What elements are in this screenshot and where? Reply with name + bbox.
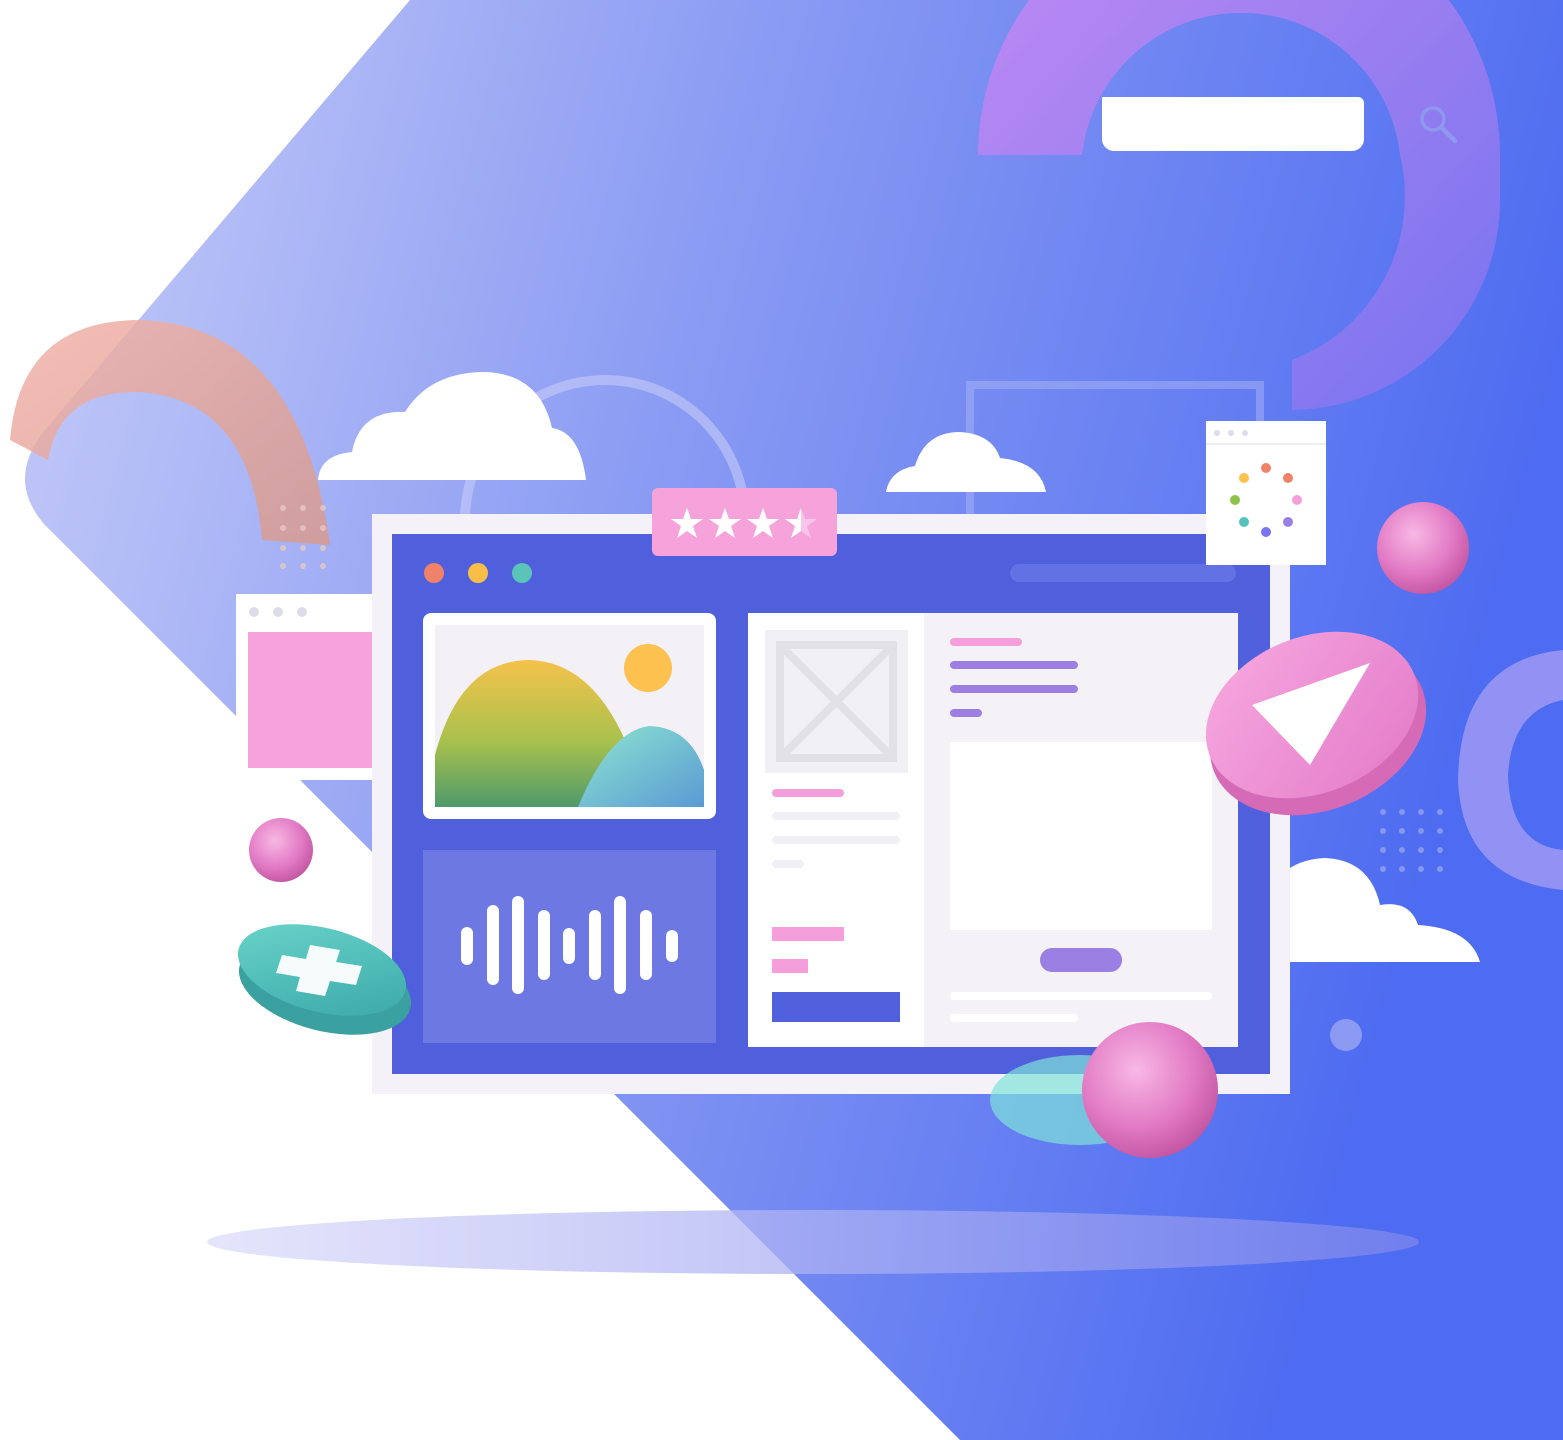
search-input[interactable]	[1116, 96, 1350, 152]
search-bar[interactable]	[1102, 96, 1364, 152]
image-icon	[423, 613, 716, 819]
content-panel	[748, 613, 1238, 1047]
decor-ball	[249, 818, 313, 882]
window-address-bar	[1010, 564, 1236, 582]
audio-waveform-icon	[423, 850, 716, 1043]
search-icon[interactable]	[1416, 102, 1462, 148]
window-dot-yellow	[468, 563, 488, 583]
decor-ball	[1082, 1022, 1218, 1158]
rating-badge	[652, 488, 837, 556]
window-dot-red	[424, 563, 444, 583]
loading-spinner-icon	[1206, 421, 1326, 565]
decor-ball-small	[1330, 1019, 1362, 1051]
main-window	[372, 514, 1290, 1094]
side-window-card	[236, 594, 386, 780]
window-dot-green	[512, 563, 532, 583]
floor-shadow	[207, 1210, 1419, 1274]
decor-ball	[1377, 502, 1469, 594]
cloud-icon	[462, 1120, 602, 1172]
hero-illustration	[10, 0, 1563, 1440]
